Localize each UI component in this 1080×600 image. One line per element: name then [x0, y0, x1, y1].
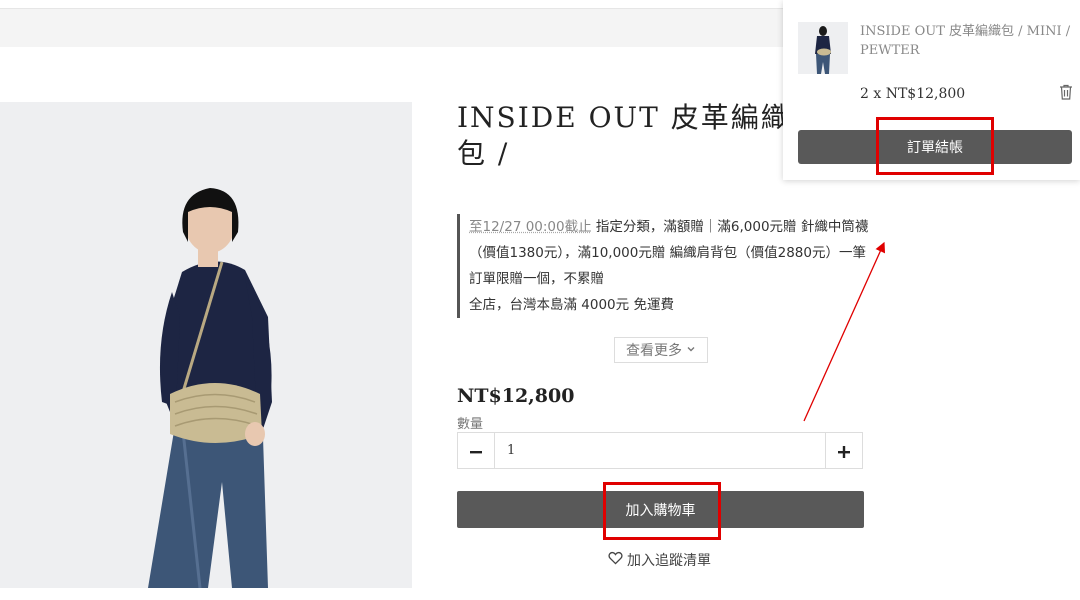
cart-item-quantity-price: 2 x NT$12,800 — [860, 86, 966, 102]
add-to-wishlist-link[interactable]: 加入追蹤清單 — [608, 550, 711, 570]
promotion-notice: 至12/27 00:00截止 指定分類，滿額贈｜滿6,000元贈 針織中筒襪（價… — [457, 214, 869, 318]
quantity-label: 數量 — [457, 417, 484, 432]
see-more-button[interactable]: 查看更多 — [614, 337, 708, 363]
trash-icon[interactable] — [1059, 84, 1075, 102]
heart-icon — [608, 551, 623, 569]
quantity-decrease-button[interactable] — [458, 433, 495, 468]
quantity-stepper: 1 — [457, 432, 863, 469]
quantity-input[interactable]: 1 — [495, 433, 825, 468]
minus-icon — [470, 439, 482, 463]
top-banner-strip — [0, 8, 820, 47]
see-more-label: 查看更多 — [626, 343, 682, 359]
product-image[interactable] — [0, 102, 412, 588]
cart-item-thumbnail[interactable] — [798, 22, 848, 74]
plus-icon — [838, 439, 850, 463]
wishlist-label: 加入追蹤清單 — [627, 553, 711, 569]
add-to-cart-button[interactable]: 加入購物車 — [457, 491, 864, 528]
product-title: INSIDE OUT 皮革編織包 / MINI / PEWTER — [457, 101, 791, 176]
product-photo-illustration — [0, 102, 412, 588]
cart-item-name[interactable]: INSIDE OUT 皮革編織包 / MINI / PEWTER — [860, 22, 1072, 60]
chevron-down-icon — [686, 342, 696, 358]
quantity-increase-button[interactable] — [825, 433, 862, 468]
promo-shipping-text: 全店，台灣本島滿 4000元 免運費 — [469, 297, 674, 313]
promo-deadline: 至12/27 00:00截止 — [469, 219, 592, 235]
mini-cart-dropdown: INSIDE OUT 皮革編織包 / MINI / PEWTER 2 x NT$… — [783, 0, 1080, 180]
product-price: NT$12,800 — [457, 385, 575, 407]
checkout-button[interactable]: 訂單結帳 — [798, 130, 1072, 164]
